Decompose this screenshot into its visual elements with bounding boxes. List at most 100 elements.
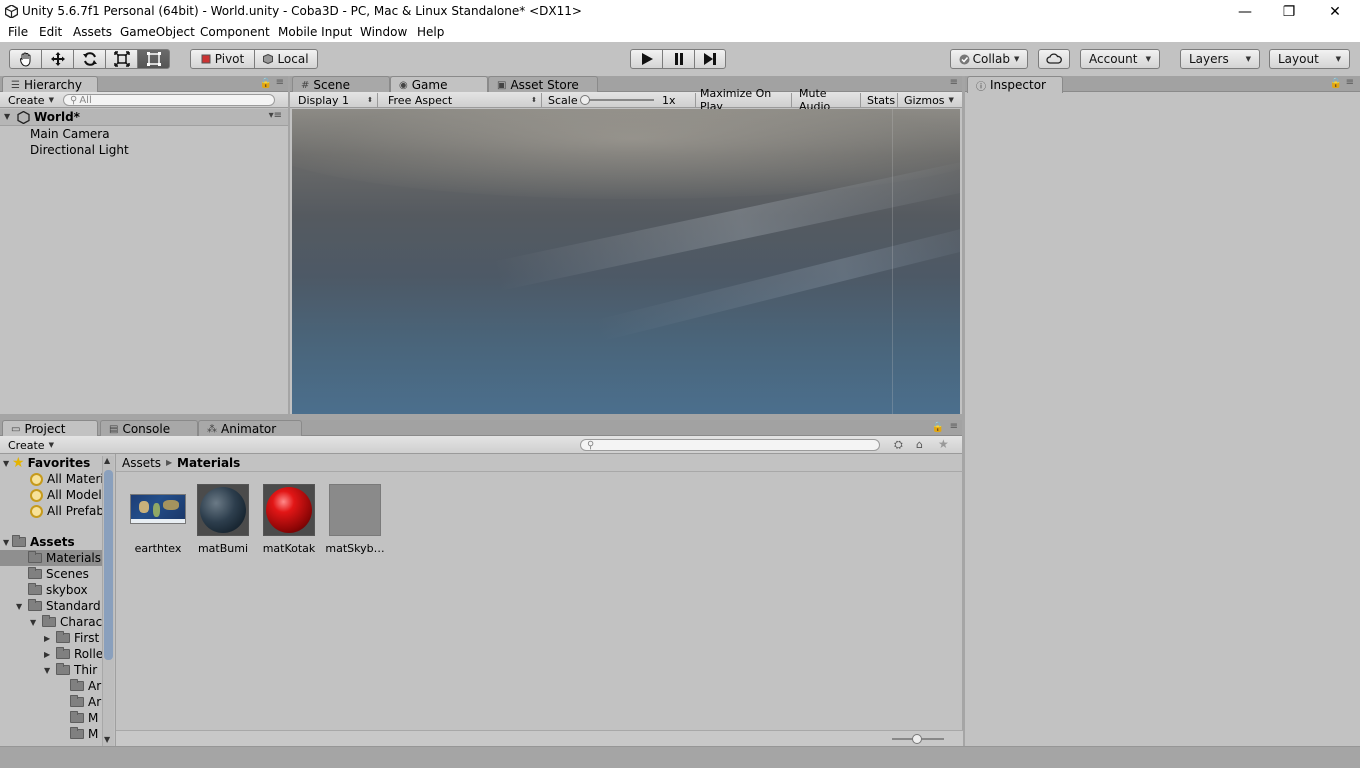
folder-tree-item[interactable]: ▼ Charac: [30, 614, 102, 630]
cloud-button[interactable]: [1038, 49, 1070, 69]
folder-tree-item[interactable]: ▼ Thir: [44, 662, 97, 678]
tab-game[interactable]: ◉ Game: [390, 76, 488, 93]
expand-arrow-icon[interactable]: ▶: [44, 650, 56, 659]
menu-file[interactable]: File: [8, 25, 28, 39]
account-dropdown[interactable]: Account ▼: [1080, 49, 1160, 69]
gizmos-dropdown[interactable]: Gizmos ▼: [900, 93, 958, 107]
lock-icon[interactable]: 🔒: [932, 422, 944, 433]
filter-type-icon[interactable]: ⛭: [894, 438, 903, 452]
tag-icon[interactable]: ⌂: [916, 438, 923, 451]
game-panel: # Scene ◉ Game ▣ Asset Store ≡ Display 1 ⬍ F…: [290, 76, 962, 414]
collab-dropdown[interactable]: Collab ▼: [950, 49, 1028, 69]
lock-icon[interactable]: 🔒: [1330, 78, 1342, 89]
project-create-dropdown[interactable]: Create ▼: [4, 438, 54, 452]
display-dropdown[interactable]: Display 1 ⬍: [294, 93, 378, 107]
mute-audio-toggle[interactable]: Mute Audio: [795, 87, 861, 113]
asset-item-earthtex[interactable]: earthtex: [128, 484, 188, 555]
rotate-tool-button[interactable]: [73, 49, 106, 69]
play-button[interactable]: [630, 49, 663, 69]
tab-scene[interactable]: # Scene: [292, 76, 390, 93]
aspect-dropdown[interactable]: Free Aspect ⬍: [384, 93, 542, 107]
favorite-item[interactable]: All Prefab: [30, 503, 104, 519]
panel-menu-icon[interactable]: ≡: [276, 77, 284, 88]
assets-root-row[interactable]: ▼ Assets: [0, 534, 75, 550]
breadcrumb-materials[interactable]: Materials: [177, 456, 240, 470]
project-search-input[interactable]: ⚲: [580, 439, 880, 451]
tab-console[interactable]: ▤ Console: [100, 420, 198, 437]
menu-help[interactable]: Help: [417, 25, 444, 39]
asset-item-matskybox[interactable]: matSkyb…: [325, 484, 385, 555]
folder-tree-item[interactable]: skybox: [16, 582, 88, 598]
rect-tool-button[interactable]: [137, 49, 170, 69]
menu-window[interactable]: Window: [360, 25, 407, 39]
asset-item-matkotak[interactable]: matKotak: [259, 484, 319, 555]
tab-hierarchy[interactable]: ☰ Hierarchy: [2, 76, 98, 93]
breadcrumb-assets[interactable]: Assets: [122, 456, 161, 470]
folder-tree-item[interactable]: ▶ First: [44, 630, 99, 646]
star-icon[interactable]: ★: [938, 437, 949, 451]
check-circle-icon: [959, 54, 970, 64]
game-viewport[interactable]: [292, 109, 960, 414]
folder-tree-item[interactable]: M: [58, 726, 98, 742]
pause-button[interactable]: [662, 49, 695, 69]
minimize-button[interactable]: —: [1222, 0, 1268, 24]
tree-scrollbar[interactable]: ▲ ▼: [102, 456, 114, 746]
scene-menu-icon[interactable]: ▾≡: [269, 110, 282, 121]
expand-arrow-icon[interactable]: ▼: [44, 666, 56, 675]
menu-edit[interactable]: Edit: [39, 25, 62, 39]
expand-arrow-icon[interactable]: ▼: [0, 538, 12, 547]
panel-menu-icon[interactable]: ≡: [950, 421, 958, 432]
panel-menu-icon[interactable]: ≡: [950, 77, 958, 88]
assets-label: Assets: [30, 535, 75, 549]
folder-tree-item[interactable]: Materials: [16, 550, 101, 566]
layers-dropdown[interactable]: Layers ▼: [1180, 49, 1260, 69]
tab-asset-store[interactable]: ▣ Asset Store: [488, 76, 598, 93]
scale-slider-thumb[interactable]: [580, 95, 590, 105]
hierarchy-search-input[interactable]: ⚲ All: [63, 94, 275, 106]
menu-assets[interactable]: Assets: [73, 25, 112, 39]
asset-item-matbumi[interactable]: matBumi: [193, 484, 253, 555]
menu-mobile-input[interactable]: Mobile Input: [278, 25, 352, 39]
scale-tool-button[interactable]: [105, 49, 138, 69]
favorite-item[interactable]: All Model: [30, 487, 102, 503]
folder-tree-item[interactable]: Ar: [58, 678, 101, 694]
hierarchy-item-directional-light[interactable]: Directional Light: [30, 142, 129, 158]
folder-tree-item[interactable]: ▶ Rolle: [44, 646, 103, 662]
panel-menu-icon[interactable]: ≡: [1346, 77, 1354, 88]
maximize-on-play-toggle[interactable]: Maximize On Play: [695, 87, 792, 113]
scale-slider-track[interactable]: [584, 99, 654, 101]
hierarchy-create-dropdown[interactable]: Create ▼: [4, 93, 54, 107]
tab-project[interactable]: ▭ Project: [2, 420, 98, 437]
restore-button[interactable]: ❐: [1266, 0, 1312, 24]
favorites-row[interactable]: ▼ ★ Favorites: [0, 455, 90, 471]
expand-arrow-icon[interactable]: ▼: [30, 618, 42, 627]
expand-arrow-icon[interactable]: ▶: [44, 634, 56, 643]
scrollbar-thumb[interactable]: [104, 470, 113, 660]
stats-toggle[interactable]: Stats: [863, 93, 898, 107]
close-button[interactable]: ✕: [1312, 0, 1358, 24]
scroll-up-icon[interactable]: ▲: [104, 456, 110, 465]
scene-header-row[interactable]: ▼ World* ▾≡: [0, 109, 288, 126]
favorite-item[interactable]: All Materi: [30, 471, 104, 487]
tab-animator[interactable]: ⁂ Animator: [198, 420, 302, 437]
hierarchy-item-main-camera[interactable]: Main Camera: [30, 126, 110, 142]
menu-component[interactable]: Component: [200, 25, 270, 39]
layout-dropdown[interactable]: Layout ▼: [1269, 49, 1350, 69]
expand-arrow-icon[interactable]: ▼: [16, 602, 28, 611]
scroll-down-icon[interactable]: ▼: [104, 735, 110, 744]
menu-gameobject[interactable]: GameObject: [120, 25, 195, 39]
expand-arrow-icon[interactable]: ▼: [0, 459, 12, 468]
tab-inspector[interactable]: ⓘ Inspector: [967, 76, 1063, 93]
pivot-toggle[interactable]: Pivot: [190, 49, 255, 69]
move-tool-button[interactable]: [41, 49, 74, 69]
zoom-slider-thumb[interactable]: [912, 734, 922, 744]
folder-tree-item[interactable]: ▼ Standard: [16, 598, 101, 614]
lock-icon[interactable]: 🔒: [260, 78, 272, 89]
local-toggle[interactable]: Local: [254, 49, 318, 69]
folder-tree-item[interactable]: Scenes: [16, 566, 89, 582]
hand-tool-button[interactable]: [9, 49, 42, 69]
folder-tree-item[interactable]: M: [58, 710, 98, 726]
step-button[interactable]: [694, 49, 726, 69]
expand-arrow-icon[interactable]: ▼: [4, 112, 16, 121]
folder-tree-item[interactable]: Ar: [58, 694, 101, 710]
